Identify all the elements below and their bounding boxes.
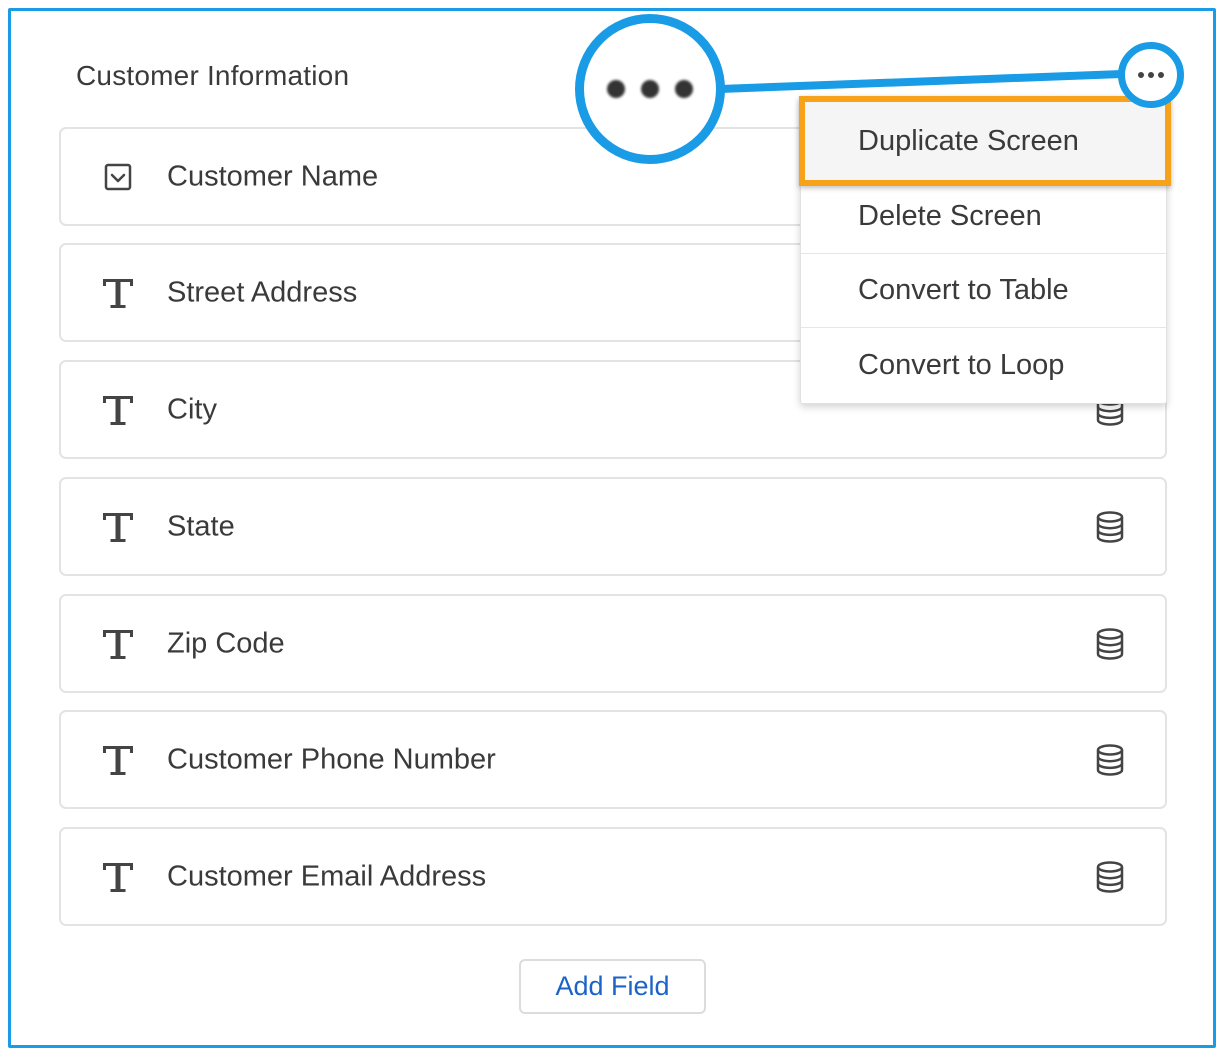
menu-item-delete-screen[interactable]: Delete Screen — [801, 180, 1166, 254]
text-type-icon — [99, 858, 137, 896]
field-label: Zip Code — [167, 627, 285, 659]
menu-item-duplicate-screen[interactable]: Duplicate Screen — [799, 96, 1171, 186]
screen-title: Customer Information — [76, 60, 350, 91]
database-icon[interactable] — [1095, 743, 1125, 776]
checkbox-icon — [99, 158, 137, 196]
menu-item-convert-to-loop[interactable]: Convert to Loop — [801, 328, 1166, 402]
more-options-icon[interactable] — [1118, 42, 1184, 108]
menu-item-convert-to-table[interactable]: Convert to Table — [801, 254, 1166, 328]
screen-options-menu: Delete Screen Convert to Table Convert t… — [799, 96, 1171, 404]
database-icon[interactable] — [1095, 510, 1125, 543]
magnified-more-icon — [575, 14, 725, 164]
database-icon[interactable] — [1095, 627, 1125, 660]
field-label: Customer Name — [167, 160, 379, 192]
text-type-icon — [99, 741, 137, 779]
field-row-zip-code[interactable]: Zip Code — [59, 594, 1167, 693]
field-label: Street Address — [167, 276, 358, 308]
field-label: City — [167, 393, 217, 425]
text-type-icon — [99, 625, 137, 663]
field-row-customer-email-address[interactable]: Customer Email Address — [59, 827, 1167, 926]
text-type-icon — [99, 391, 137, 429]
text-type-icon — [99, 508, 137, 546]
field-label: Customer Phone Number — [167, 743, 496, 775]
text-type-icon — [99, 274, 137, 312]
field-row-customer-phone-number[interactable]: Customer Phone Number — [59, 710, 1167, 809]
add-field-button[interactable]: Add Field — [519, 959, 706, 1014]
field-row-state[interactable]: State — [59, 477, 1167, 576]
field-label: State — [167, 510, 235, 542]
field-label: Customer Email Address — [167, 860, 487, 892]
database-icon[interactable] — [1095, 860, 1125, 893]
